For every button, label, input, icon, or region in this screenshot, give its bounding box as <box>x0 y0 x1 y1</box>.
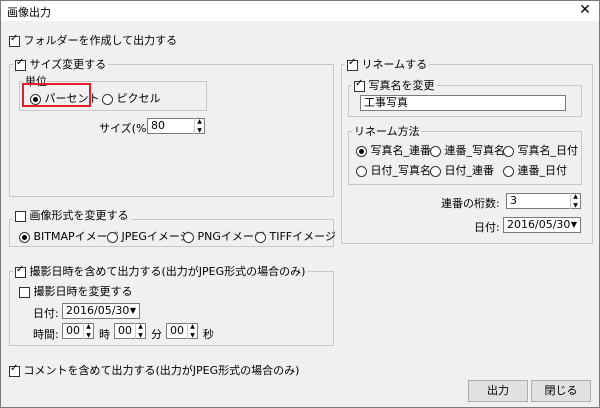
spin-up-icon[interactable]: ▲ <box>571 193 580 200</box>
change-photo-name-check-icon[interactable] <box>354 78 365 92</box>
close-button[interactable]: 閉じる <box>531 380 591 402</box>
method-radio-1[interactable]: 写真名_連番 <box>356 142 431 158</box>
datetime-checkbox[interactable]: 撮影日時を含めて出力する(出力がJPEG形式の場合のみ) <box>13 263 308 279</box>
format-png-radio-icon[interactable] <box>183 231 194 243</box>
method-radio-6-icon[interactable] <box>503 165 514 177</box>
size-label: サイズ(%) <box>99 122 151 135</box>
method-radio-4-icon[interactable] <box>356 165 367 177</box>
method-radio-2[interactable]: 連番_写真名 <box>430 142 505 158</box>
size-spinner[interactable]: ▲ ▼ <box>194 118 204 134</box>
change-photo-name-label: 写真名を変更 <box>368 79 435 92</box>
rename-checkbox[interactable]: リネームする <box>345 56 430 72</box>
spin-down-icon[interactable]: ▼ <box>84 332 93 339</box>
digits-label: 連番の桁数: <box>441 197 500 210</box>
create-folder-label: フォルダーを作成して出力する <box>23 34 178 47</box>
second-unit: 秒 <box>203 328 214 341</box>
image-output-dialog: 画像出力 ✕ フォルダーを作成して出力する サイズ変更する 単位 パーセント ピ… <box>0 0 600 408</box>
create-folder-check-icon[interactable] <box>9 33 20 47</box>
rename-method-label: リネーム方法 <box>352 123 422 139</box>
method-label-4: 日付_写真名 <box>370 164 432 177</box>
close-icon[interactable]: ✕ <box>577 2 593 18</box>
spin-up-icon[interactable]: ▲ <box>84 323 93 330</box>
chevron-down-icon[interactable]: ▼ <box>568 218 580 232</box>
comment-label: コメントを含めて出力する(出力がJPEG形式の場合のみ) <box>23 364 300 377</box>
method-radio-1-icon[interactable] <box>356 145 367 157</box>
change-datetime-checkbox[interactable]: 撮影日時を変更する <box>19 283 133 299</box>
method-label-6: 連番_日付 <box>517 164 568 177</box>
method-radio-5-icon[interactable] <box>430 165 441 177</box>
title-bar: 画像出力 ✕ <box>1 1 599 21</box>
change-datetime-check-icon[interactable] <box>19 286 30 298</box>
time-label: 時間: <box>33 328 59 341</box>
output-button[interactable]: 出力 <box>468 380 528 402</box>
pixel-radio[interactable]: ピクセル <box>102 90 161 106</box>
method-label-5: 日付_連番 <box>444 164 495 177</box>
format-bitmap-label: BITMAPイメージ <box>33 230 119 243</box>
datetime-check-icon[interactable] <box>15 264 26 278</box>
spin-down-icon[interactable]: ▼ <box>188 332 197 339</box>
format-jpeg-radio-icon[interactable] <box>107 231 118 243</box>
format-check-icon[interactable] <box>15 210 26 222</box>
method-label-3: 写真名_日付 <box>517 144 579 157</box>
minute-unit: 分 <box>151 328 162 341</box>
format-label: 画像形式を変更する <box>29 209 129 222</box>
spin-down-icon[interactable]: ▼ <box>195 127 204 134</box>
spin-up-icon[interactable]: ▲ <box>188 323 197 330</box>
pixel-label: ピクセル <box>116 92 161 105</box>
hour-unit: 時 <box>99 328 110 341</box>
method-label-1: 写真名_連番 <box>370 144 432 157</box>
method-radio-3[interactable]: 写真名_日付 <box>503 142 578 158</box>
chevron-down-icon[interactable]: ▼ <box>127 304 139 318</box>
method-radio-4[interactable]: 日付_写真名 <box>356 162 431 178</box>
format-jpeg-radio[interactable]: JPEGイメージ <box>107 228 191 244</box>
method-radio-5[interactable]: 日付_連番 <box>430 162 494 178</box>
method-label-2: 連番_写真名 <box>444 144 506 157</box>
resize-label: サイズ変更する <box>29 58 107 71</box>
percent-label: パーセント <box>44 92 100 105</box>
method-radio-2-icon[interactable] <box>430 145 441 157</box>
format-png-radio[interactable]: PNGイメージ <box>183 228 265 244</box>
change-photo-name-checkbox[interactable]: 写真名を変更 <box>352 77 437 93</box>
pixel-radio-icon[interactable] <box>102 93 113 105</box>
hour-spinner[interactable]: ▲ ▼ <box>83 323 93 339</box>
rename-date-label: 日付: <box>474 221 500 234</box>
format-tiff-radio-icon[interactable] <box>255 231 266 243</box>
percent-radio[interactable]: パーセント <box>30 90 100 106</box>
rename-check-icon[interactable] <box>347 57 358 71</box>
format-tiff-label: TIFFイメージ <box>269 230 336 243</box>
datetime-label: 撮影日時を含めて出力する(出力がJPEG形式の場合のみ) <box>29 265 306 278</box>
comment-check-icon[interactable] <box>9 363 20 377</box>
percent-radio-icon[interactable] <box>30 93 41 105</box>
create-folder-checkbox[interactable]: フォルダーを作成して出力する <box>9 32 177 48</box>
resize-checkbox[interactable]: サイズ変更する <box>13 56 109 72</box>
change-datetime-label: 撮影日時を変更する <box>33 285 133 298</box>
format-checkbox[interactable]: 画像形式を変更する <box>13 207 131 223</box>
format-bitmap-radio[interactable]: BITMAPイメージ <box>19 228 118 244</box>
photo-name-input[interactable]: 工事写真 <box>360 95 566 111</box>
window-title: 画像出力 <box>7 6 51 19</box>
method-radio-3-icon[interactable] <box>503 145 514 157</box>
resize-check-icon[interactable] <box>15 57 26 71</box>
comment-checkbox[interactable]: コメントを含めて出力する(出力がJPEG形式の場合のみ) <box>9 362 299 378</box>
spin-up-icon[interactable]: ▲ <box>136 323 145 330</box>
format-tiff-radio[interactable]: TIFFイメージ <box>255 228 336 244</box>
method-radio-6[interactable]: 連番_日付 <box>503 162 567 178</box>
spin-down-icon[interactable]: ▼ <box>571 202 580 209</box>
digits-spinner[interactable]: ▲ ▼ <box>570 193 580 209</box>
format-jpeg-label: JPEGイメージ <box>121 230 191 243</box>
rename-label: リネームする <box>361 58 428 71</box>
spin-down-icon[interactable]: ▼ <box>136 332 145 339</box>
minute-spinner[interactable]: ▲ ▼ <box>135 323 145 339</box>
spin-up-icon[interactable]: ▲ <box>195 118 204 125</box>
second-spinner[interactable]: ▲ ▼ <box>187 323 197 339</box>
datetime-date-label: 日付: <box>33 307 59 320</box>
format-bitmap-radio-icon[interactable] <box>19 231 30 243</box>
